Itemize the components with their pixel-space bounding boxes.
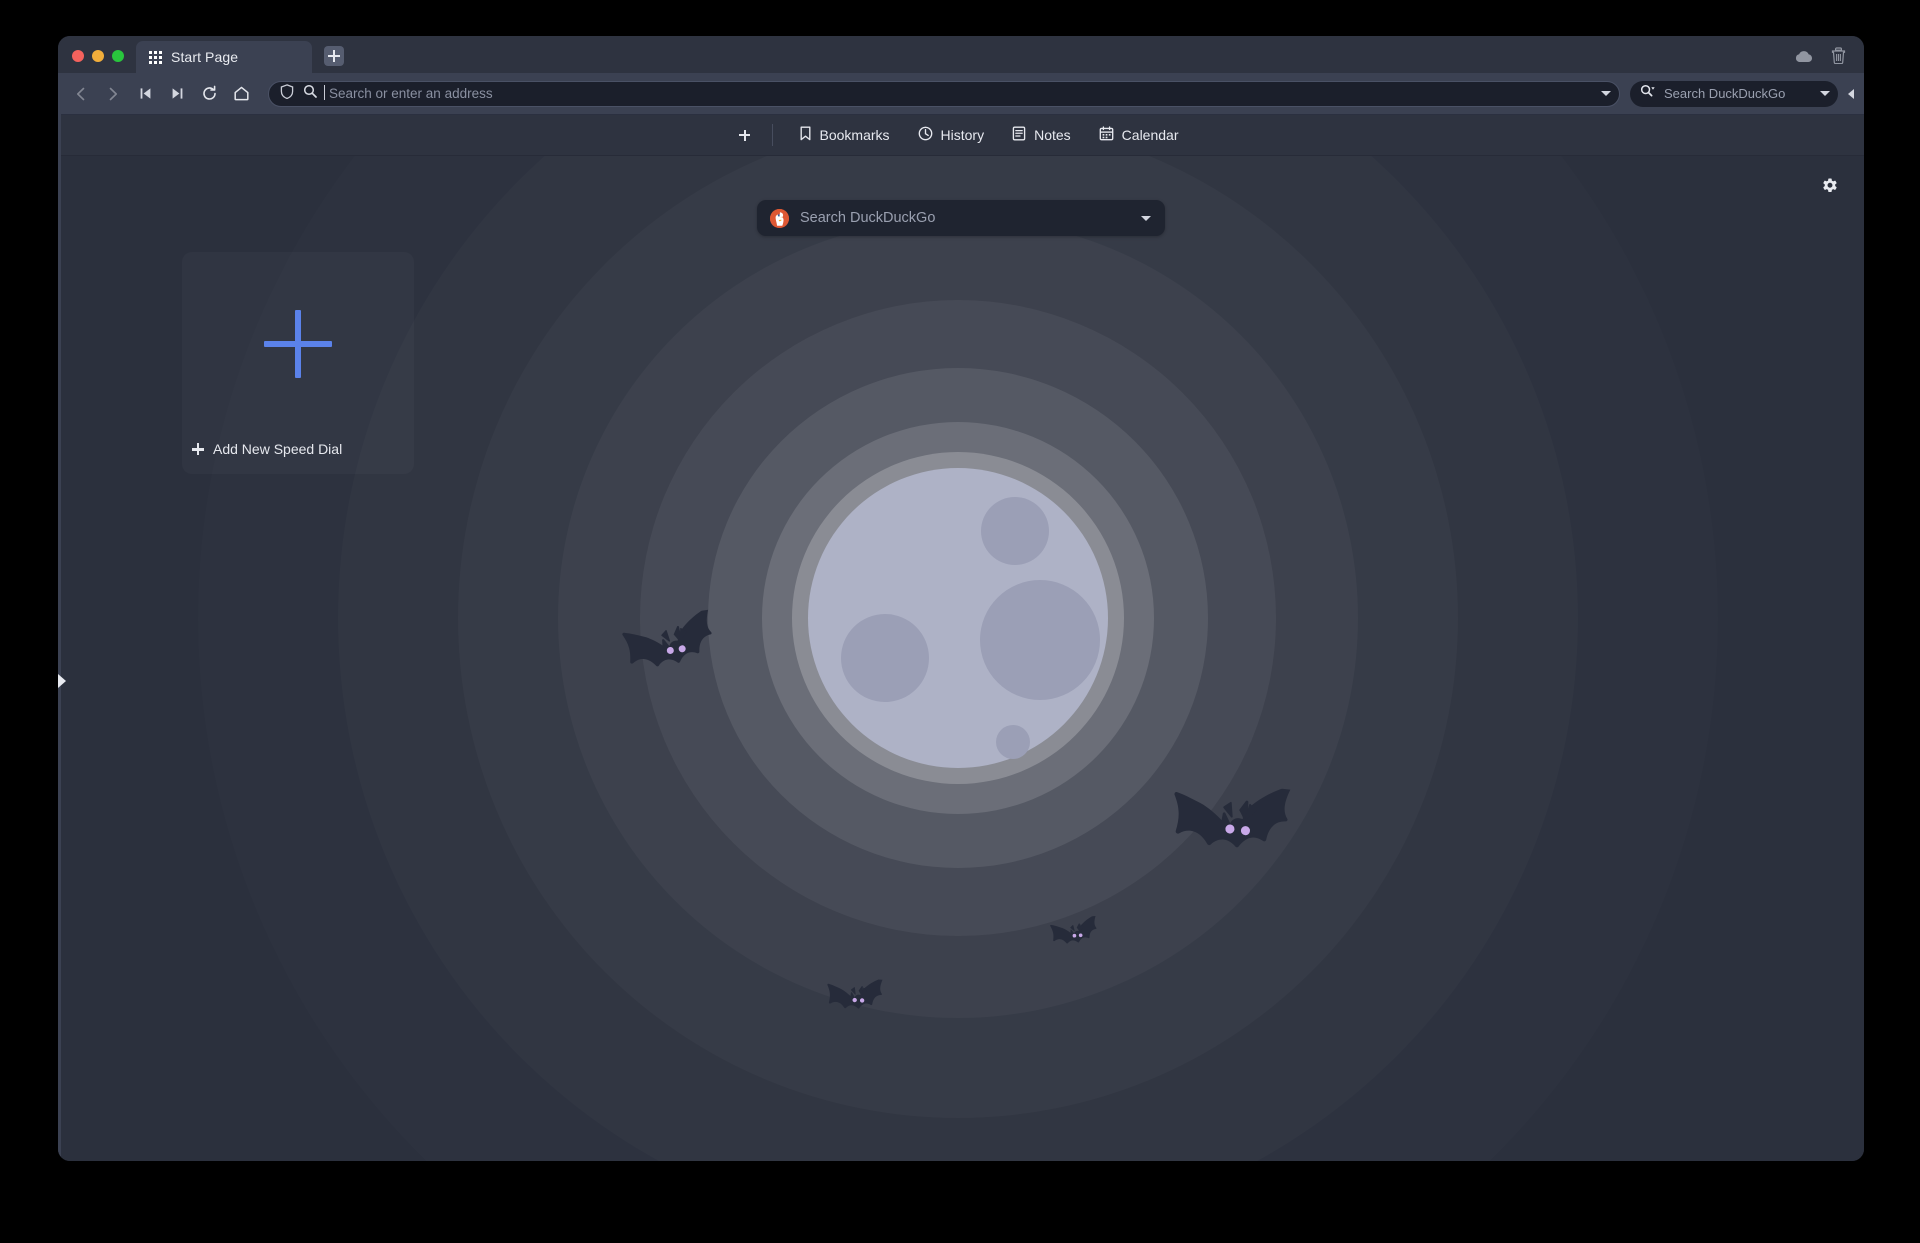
nav-item-calendar[interactable]: Calendar [1085, 122, 1193, 148]
browser-window: Start Page [58, 36, 1864, 1161]
window-left-rail [58, 73, 61, 1161]
search-icon[interactable] [303, 84, 317, 103]
tab-title: Start Page [171, 49, 238, 65]
bookmark-icon [799, 126, 812, 144]
maximize-window-button[interactable] [112, 50, 124, 62]
moon-illustration [808, 468, 1108, 768]
minimize-window-button[interactable] [92, 50, 104, 62]
nav-item-history[interactable]: History [904, 122, 999, 148]
clock-icon [918, 126, 933, 144]
moon-crater-2 [841, 614, 929, 702]
trash-icon[interactable] [1831, 47, 1846, 64]
tab-start-page[interactable]: Start Page [136, 41, 312, 73]
add-bookmark-button[interactable] [730, 122, 760, 148]
window-controls [58, 50, 136, 73]
nav-label-history: History [941, 127, 985, 143]
bat-center [1037, 915, 1118, 970]
skip-back-icon[interactable] [130, 79, 160, 109]
moon-crater-0 [981, 497, 1049, 565]
skip-forward-icon[interactable] [162, 79, 192, 109]
calendar-icon [1099, 126, 1114, 144]
duckduckgo-logo [770, 209, 789, 228]
nav-item-notes[interactable]: Notes [998, 122, 1085, 148]
start-page-settings-button[interactable] [1816, 173, 1842, 199]
address-bar[interactable]: Search or enter an address [268, 81, 1620, 107]
add-speed-dial-tile[interactable]: Add New Speed Dial [182, 252, 414, 474]
nav-label-notes: Notes [1034, 127, 1071, 143]
tab-bar: Start Page [58, 36, 1864, 73]
shield-icon[interactable] [280, 84, 294, 104]
speed-dial-label-row: Add New Speed Dial [192, 441, 342, 457]
plus-icon-small [192, 443, 204, 455]
close-window-button[interactable] [72, 50, 84, 62]
bat-upper-left [597, 605, 759, 720]
search-engine-dropdown-icon[interactable] [1141, 216, 1151, 221]
nav-label-calendar: Calendar [1122, 127, 1179, 143]
cloud-icon[interactable] [1794, 49, 1813, 63]
home-button[interactable] [226, 79, 256, 109]
sidebar-expand-handle[interactable] [58, 674, 66, 688]
nav-item-bookmarks[interactable]: Bookmarks [785, 122, 904, 148]
toolbar-search-label[interactable]: Search DuckDuckGo [1664, 86, 1812, 101]
panel-toggle-icon[interactable] [1848, 89, 1854, 99]
back-button[interactable] [66, 79, 96, 109]
new-tab-button[interactable] [324, 46, 344, 66]
gear-icon [1820, 177, 1839, 196]
add-speed-dial-label: Add New Speed Dial [213, 441, 342, 457]
address-dropdown-icon[interactable] [1601, 91, 1611, 96]
search-engine-icon[interactable] [1640, 84, 1656, 103]
desktop-background: Start Page [0, 0, 1920, 1243]
start-page: Search DuckDuckGo Add New Speed Dial [58, 156, 1864, 1161]
bat-right-large [1133, 774, 1340, 917]
start-page-search-input[interactable]: Search DuckDuckGo [800, 210, 1130, 226]
moon-crater-3 [996, 725, 1030, 759]
start-page-search-box[interactable]: Search DuckDuckGo [757, 200, 1165, 236]
toolbar-search-box[interactable]: Search DuckDuckGo [1630, 81, 1838, 107]
search-dropdown-icon[interactable] [1820, 91, 1830, 96]
reload-button[interactable] [194, 79, 224, 109]
moon-crater-1 [980, 580, 1100, 700]
forward-button[interactable] [98, 79, 128, 109]
address-input[interactable]: Search or enter an address [326, 86, 1592, 101]
navigation-toolbar: Search or enter an address Search DuckDu… [58, 73, 1864, 115]
bat-bottom [810, 976, 906, 1040]
speed-dial-grid-icon [149, 51, 162, 64]
notes-icon [1012, 126, 1026, 144]
tab-bar-actions [1794, 47, 1864, 73]
bookmark-bar: Bookmarks History Notes [58, 115, 1864, 156]
bookmark-bar-divider [772, 124, 773, 146]
nav-label-bookmarks: Bookmarks [820, 127, 890, 143]
plus-icon [264, 310, 332, 378]
tab-strip: Start Page [136, 36, 1794, 73]
